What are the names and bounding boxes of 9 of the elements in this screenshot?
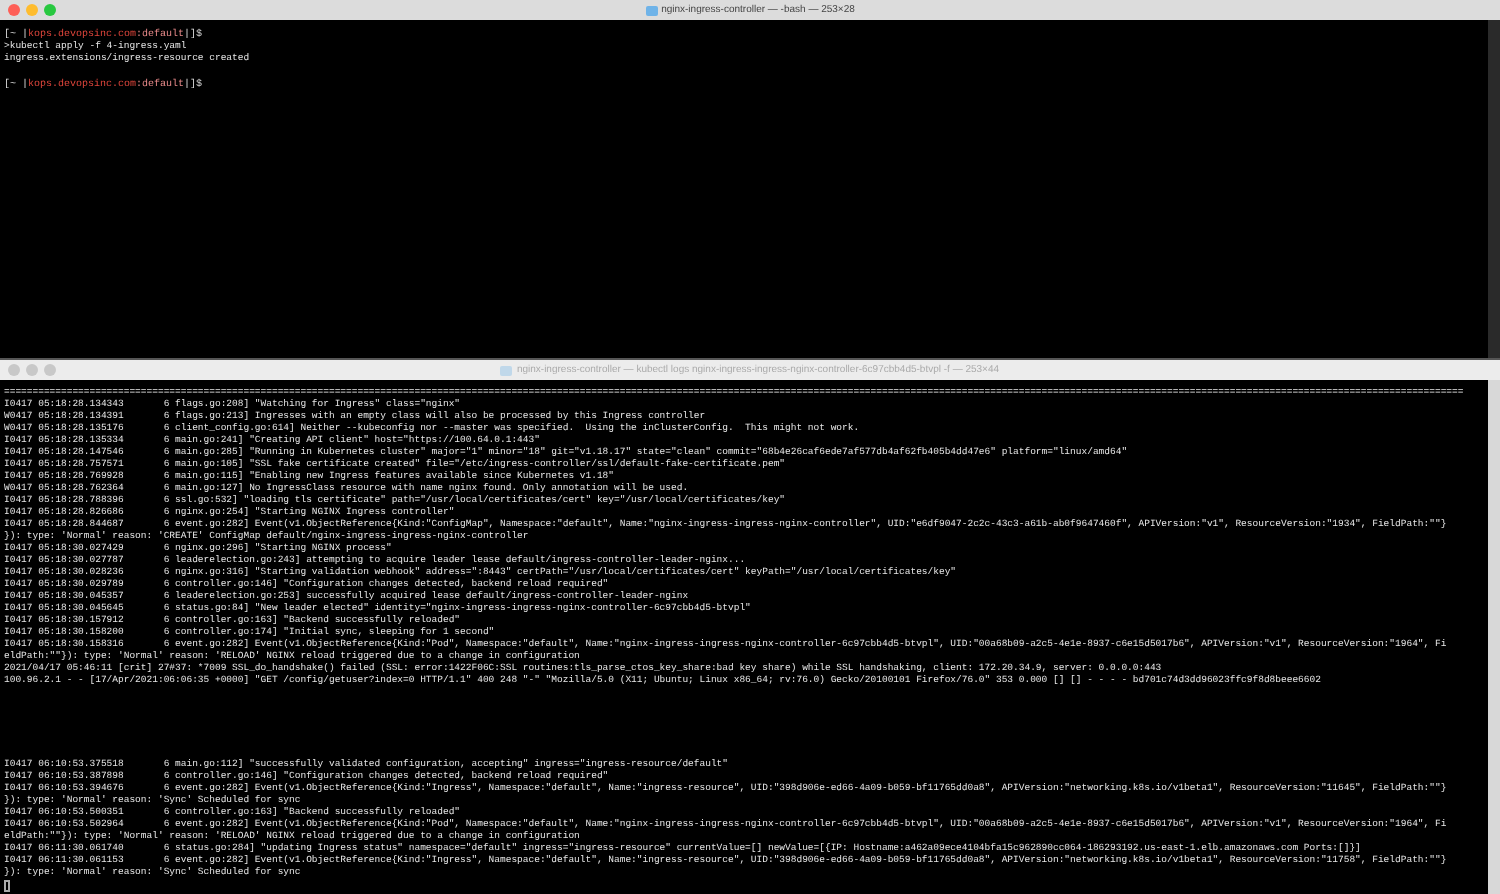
zoom-button[interactable]: [44, 4, 56, 16]
minimize-button[interactable]: [26, 364, 38, 376]
close-button[interactable]: [8, 364, 20, 376]
close-button[interactable]: [8, 4, 20, 16]
cursor: [4, 880, 10, 892]
folder-icon: [645, 5, 658, 15]
minimize-button[interactable]: [26, 4, 38, 16]
zoom-button[interactable]: [44, 364, 56, 376]
folder-icon: [500, 365, 513, 375]
